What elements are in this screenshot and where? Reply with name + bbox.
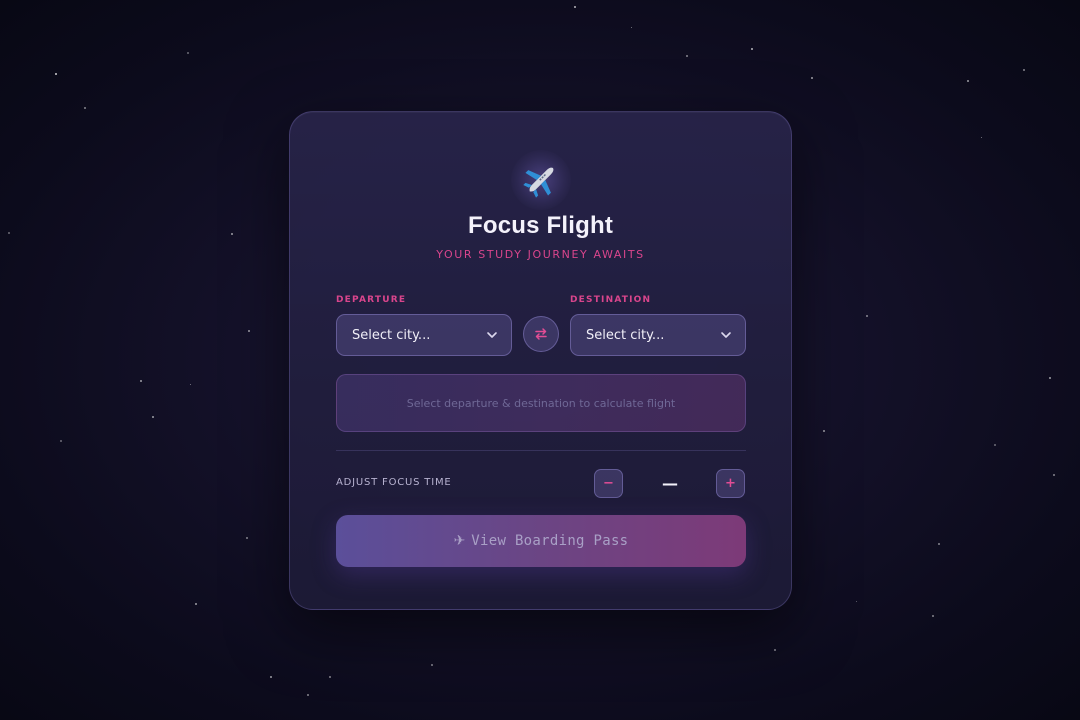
flight-info-panel: Select departure & destination to calcul… <box>336 374 746 432</box>
departure-label: DEPARTURE <box>336 295 407 305</box>
app-title: Focus Flight <box>467 212 614 239</box>
view-boarding-pass-button[interactable]: ✈ View Boarding Pass <box>336 515 746 567</box>
destination-select-value: Select city... <box>586 327 665 343</box>
flight-info-message: Select departure & destination to calcul… <box>406 396 676 410</box>
airplane-icon: ✈ <box>453 533 466 549</box>
swap-arrows-icon <box>535 328 547 340</box>
departure-select-value: Select city... <box>352 327 431 343</box>
divider <box>336 450 746 451</box>
swap-button[interactable] <box>523 316 559 352</box>
departure-select[interactable]: Select city... <box>336 314 512 356</box>
focus-time-value: — <box>662 474 678 493</box>
app-subtitle: YOUR STUDY JOURNEY AWAITS <box>436 248 645 261</box>
destination-select[interactable]: Select city... <box>570 314 746 356</box>
focus-flight-card: Focus Flight YOUR STUDY JOURNEY AWAITS D… <box>289 111 792 610</box>
focus-time-label: ADJUST FOCUS TIME <box>336 477 452 488</box>
increase-focus-button[interactable]: + <box>716 469 745 498</box>
airplane-icon <box>510 150 571 210</box>
view-boarding-pass-label: View Boarding Pass <box>471 533 629 549</box>
chevron-down-icon <box>721 332 731 338</box>
decrease-focus-button[interactable]: − <box>594 469 623 498</box>
destination-label: DESTINATION <box>570 295 652 305</box>
chevron-down-icon <box>487 332 497 338</box>
logo <box>290 150 791 210</box>
